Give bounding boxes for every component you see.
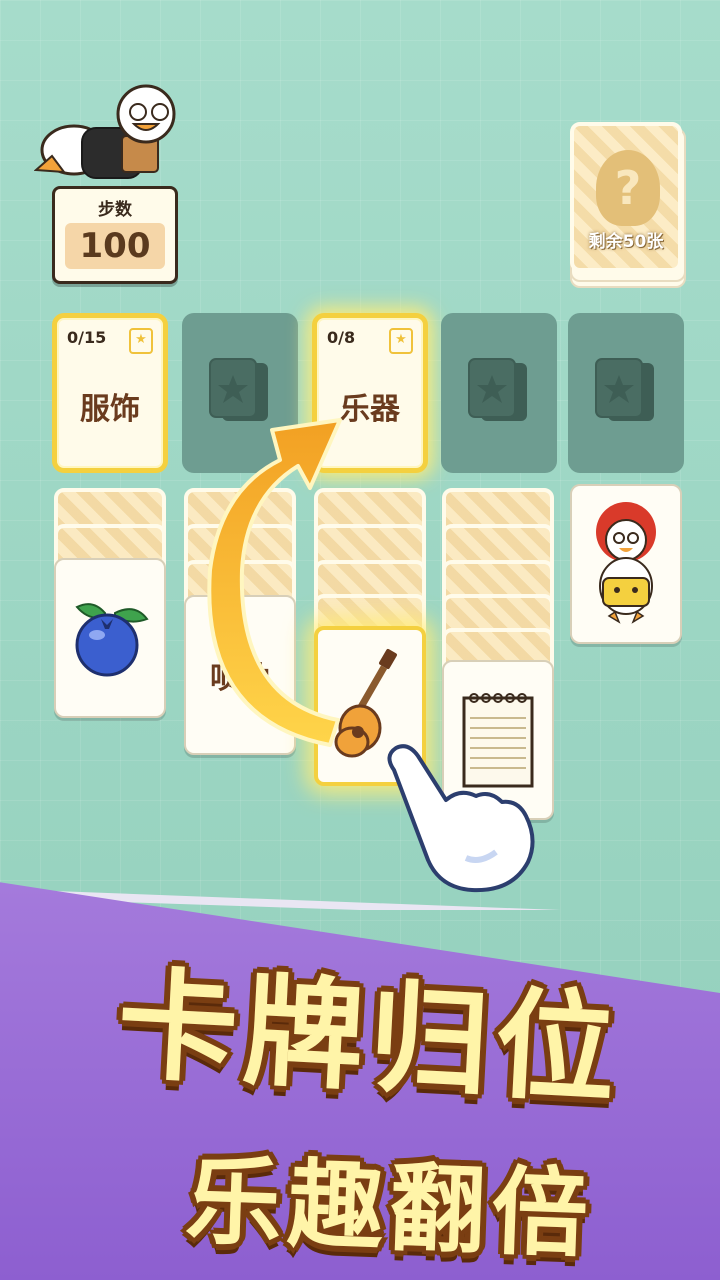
steps-value: 100 bbox=[65, 223, 165, 269]
steps-counter: 步数 100 bbox=[52, 186, 178, 284]
card-star-icon bbox=[468, 358, 527, 421]
blueberry-icon bbox=[75, 603, 149, 677]
pointer-hand-icon bbox=[387, 744, 535, 893]
card-clown-duck[interactable] bbox=[570, 484, 682, 644]
card-badge-icon: ★ bbox=[129, 328, 153, 354]
move-arrow-icon bbox=[207, 418, 342, 747]
category-slot-empty[interactable] bbox=[568, 313, 684, 473]
slot-title: 服饰 bbox=[80, 392, 140, 427]
category-slot-clothing[interactable]: 0/15 ★ 服饰 bbox=[52, 313, 168, 473]
question-mark-icon: ? bbox=[596, 150, 660, 226]
steps-label: 步数 bbox=[98, 200, 132, 220]
category-slot-empty[interactable] bbox=[441, 313, 557, 473]
slot-count: 0/15 bbox=[67, 328, 107, 347]
duck-mascot bbox=[34, 84, 176, 179]
card-badge-icon: ★ bbox=[389, 328, 413, 354]
card-blueberry[interactable] bbox=[54, 558, 166, 718]
slot-count: 0/8 bbox=[327, 328, 356, 347]
remaining-deck[interactable]: ? 剩余50张 bbox=[570, 122, 686, 288]
deck-top-card: ? 剩余50张 bbox=[570, 122, 682, 272]
headline-secondary: 乐趣翻倍 bbox=[183, 1144, 596, 1272]
clown-duck-icon bbox=[596, 502, 656, 624]
deck-remaining-label: 剩余50张 bbox=[588, 232, 664, 252]
card-star-icon bbox=[595, 358, 654, 421]
